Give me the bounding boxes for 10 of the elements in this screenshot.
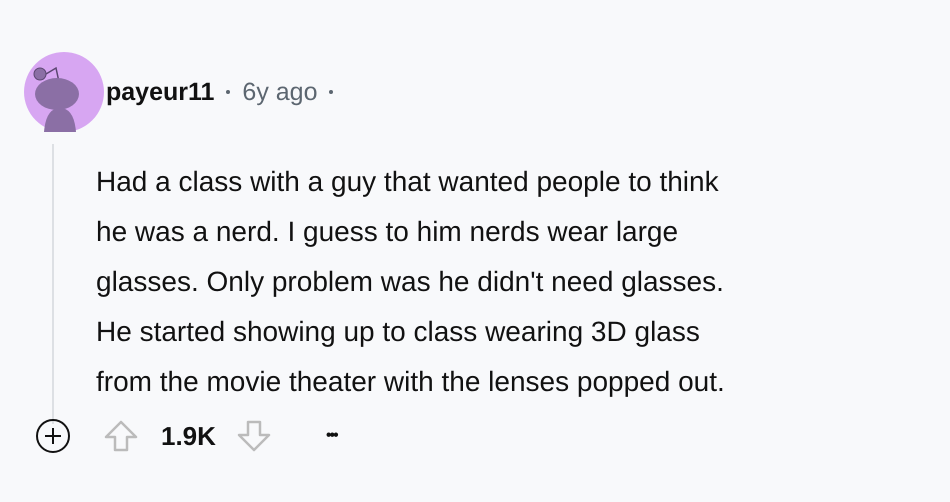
avatar-icon[interactable]: [24, 52, 104, 132]
separator-dot: [226, 90, 230, 94]
separator-dot: [329, 90, 334, 94]
plus-icon: [35, 418, 71, 454]
more-button[interactable]: •••: [322, 423, 341, 449]
username[interactable]: payeur11: [106, 78, 214, 106]
vote-count: 1.9K: [161, 420, 216, 452]
expand-button[interactable]: [35, 418, 71, 454]
comment-text: Had a class with a guy that wanted people to think he was a nerd. I guess to him nerds wear large glasses. Only problem was he didn't need glasses. He started showing up to class wearing 3D glass from the movie theater with the lenses popped out.: [96, 165, 725, 399]
timestamp: 6y ago: [242, 78, 318, 106]
